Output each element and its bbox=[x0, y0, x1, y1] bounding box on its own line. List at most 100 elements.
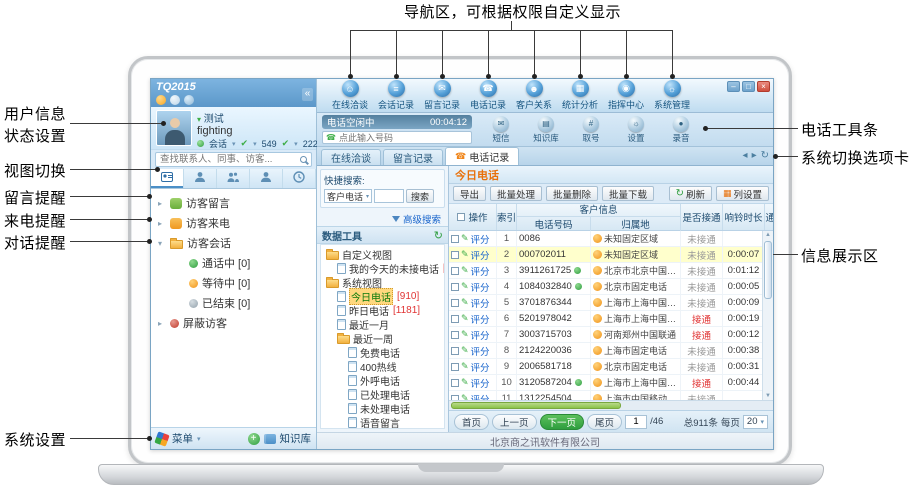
view-tree-item[interactable]: 最近一周 bbox=[321, 331, 444, 345]
search-field-select[interactable]: 客户电话▾ bbox=[324, 189, 372, 203]
view-tree-item[interactable]: 昨日电话 [1181] bbox=[321, 303, 444, 317]
row-checkbox[interactable] bbox=[451, 379, 459, 387]
view-tree-item[interactable]: 已处理电话 bbox=[321, 387, 444, 401]
maximize-button[interactable]: □ bbox=[742, 81, 755, 92]
tree-arrow-icon[interactable]: ▸ bbox=[158, 219, 166, 228]
table-row[interactable]: ✎评分 9 2006581718 北京市固定电话 未接通 0:00:31 0 bbox=[449, 359, 773, 375]
rate-link[interactable]: 评分 bbox=[471, 360, 490, 374]
view-tree-item[interactable]: 今日电话 [910] bbox=[321, 289, 444, 303]
export-button[interactable]: 导出 bbox=[453, 186, 486, 201]
row-checkbox[interactable] bbox=[451, 299, 459, 307]
table-row[interactable]: ✎评分 3 3911261725 北京市北京中国移动 未接通 0:01:12 0 bbox=[449, 263, 773, 279]
rate-link[interactable]: 评分 bbox=[471, 344, 490, 358]
chevron-down-icon[interactable]: ▾ bbox=[253, 140, 257, 148]
row-checkbox[interactable] bbox=[451, 267, 459, 275]
table-row[interactable]: ✎评分 1 0086 未知固定区域 未接通 0 bbox=[449, 231, 773, 247]
table-row[interactable]: ✎评分 7 3003715703 河南郑州中国联通 接通 0:00:12 0 bbox=[449, 327, 773, 343]
phone-tool-button[interactable]: ✉ 短信 bbox=[482, 116, 520, 144]
table-row[interactable]: ✎评分 5 3701876344 上海市上海中国联通 未接通 0:00:09 0 bbox=[449, 295, 773, 311]
close-button[interactable]: × bbox=[757, 81, 770, 92]
scroll-down-icon[interactable]: ▼ bbox=[765, 393, 771, 399]
mood-icon[interactable] bbox=[156, 95, 166, 105]
phone-tool-button[interactable]: ☼ 设置 bbox=[617, 116, 655, 144]
user-name-row[interactable]: ▾ 测试 bbox=[197, 110, 311, 125]
horizontal-scroll-thumb[interactable] bbox=[451, 402, 621, 409]
status-icon[interactable] bbox=[170, 95, 180, 105]
counter-1[interactable]: 549 bbox=[262, 139, 277, 149]
row-checkbox[interactable] bbox=[451, 251, 459, 259]
rate-link[interactable]: 评分 bbox=[471, 248, 490, 262]
scroll-up-icon[interactable]: ▲ bbox=[765, 232, 771, 238]
contact-search-input[interactable] bbox=[155, 152, 312, 167]
rate-link[interactable]: 评分 bbox=[471, 280, 490, 294]
tree-item[interactable]: 等待中 [0] bbox=[151, 273, 316, 293]
nav-item[interactable]: ✉ 留言记录 bbox=[419, 79, 465, 112]
search-icon[interactable] bbox=[300, 156, 307, 163]
row-checkbox[interactable] bbox=[451, 315, 459, 323]
tab-refresh-icon[interactable]: ↻ bbox=[761, 150, 769, 161]
horizontal-scrollbar[interactable] bbox=[449, 400, 773, 410]
batch-download-button[interactable]: 批量下载 bbox=[602, 186, 654, 201]
nav-item[interactable]: ◉ 指挥中心 bbox=[603, 79, 649, 112]
tree-item[interactable]: ▸ 访客来电 bbox=[151, 213, 316, 233]
view-tree-item[interactable]: 自定义视图 bbox=[321, 247, 444, 261]
tree-item[interactable]: 通话中 [0] bbox=[151, 253, 316, 273]
tree-arrow-icon[interactable]: ▾ bbox=[158, 239, 166, 248]
view-tree-item[interactable]: 未处理电话 bbox=[321, 401, 444, 415]
view-tree-item[interactable]: 免费电话 bbox=[321, 345, 444, 359]
tab-groups-view[interactable] bbox=[250, 169, 283, 188]
select-all-checkbox[interactable] bbox=[457, 213, 465, 221]
chevron-down-icon[interactable]: ▾ bbox=[294, 140, 298, 148]
row-checkbox[interactable] bbox=[451, 363, 459, 371]
tree-item[interactable]: ▸ 屏蔽访客 bbox=[151, 313, 316, 333]
system-tab[interactable]: 在线洽谈 bbox=[321, 149, 381, 165]
phone-tool-button[interactable]: ● 录音 bbox=[662, 116, 700, 144]
rate-link[interactable]: 评分 bbox=[471, 392, 490, 401]
vertical-scroll-thumb[interactable] bbox=[764, 241, 772, 299]
minimize-button[interactable]: – bbox=[727, 81, 740, 92]
view-tree-item[interactable]: 最近一月 bbox=[321, 317, 444, 331]
tab-visitors-view[interactable] bbox=[217, 169, 250, 188]
collapse-panel-button[interactable]: « bbox=[302, 88, 313, 101]
table-row[interactable]: ✎评分 4 1084032840 北京市固定电话 未接通 0:00:05 0 bbox=[449, 279, 773, 295]
row-checkbox[interactable] bbox=[451, 283, 459, 291]
nav-item[interactable]: ☎ 电话记录 bbox=[465, 79, 511, 112]
advanced-search-link[interactable]: 高级搜索 bbox=[403, 212, 441, 226]
avatar[interactable] bbox=[156, 110, 192, 146]
tab-back-icon[interactable]: ◂ bbox=[743, 150, 748, 161]
quick-search-input[interactable] bbox=[374, 189, 404, 203]
refresh-button[interactable]: ↻刷新 bbox=[669, 186, 712, 201]
knowledge-base-button[interactable]: 知识库 bbox=[280, 431, 312, 446]
user-signature[interactable]: fighting bbox=[197, 125, 311, 137]
prev-page-button[interactable]: 上一页 bbox=[492, 414, 537, 430]
view-tree-item[interactable]: 我的今天的未接电话 [775] bbox=[321, 261, 444, 275]
add-icon[interactable]: + bbox=[248, 433, 260, 445]
view-tree-item[interactable]: 语音留言 bbox=[321, 415, 444, 429]
help-icon[interactable] bbox=[184, 95, 194, 105]
rate-link[interactable]: 评分 bbox=[471, 264, 490, 278]
row-checkbox[interactable] bbox=[451, 235, 459, 243]
tree-arrow-icon[interactable]: ▸ bbox=[158, 199, 166, 208]
menu-button[interactable]: 菜单 bbox=[172, 431, 193, 446]
tree-item[interactable]: ▾ 访客会话 bbox=[151, 233, 316, 253]
nav-item[interactable]: ☻ 客户关系 bbox=[511, 79, 557, 112]
tab-colleagues-view[interactable] bbox=[184, 169, 217, 188]
row-checkbox[interactable] bbox=[451, 331, 459, 339]
batch-process-button[interactable]: 批量处理 bbox=[490, 186, 542, 201]
rate-link[interactable]: 评分 bbox=[471, 376, 490, 390]
vertical-scrollbar[interactable]: ▲ ▼ bbox=[762, 231, 773, 400]
tab-history-view[interactable] bbox=[283, 169, 316, 188]
rate-link[interactable]: 评分 bbox=[471, 312, 490, 326]
nav-item[interactable]: ☼ 系统管理 bbox=[649, 79, 695, 112]
system-tab[interactable]: 留言记录 bbox=[383, 149, 443, 165]
page-number-input[interactable] bbox=[625, 415, 647, 429]
nav-item[interactable]: ▦ 统计分析 bbox=[557, 79, 603, 112]
tree-refresh-icon[interactable]: ↻ bbox=[434, 229, 443, 242]
knowledge-base-icon[interactable] bbox=[264, 434, 276, 444]
view-tree-item[interactable]: 外呼电话 bbox=[321, 373, 444, 387]
chevron-down-icon[interactable]: ▾ bbox=[197, 435, 201, 443]
system-tab[interactable]: ☎ 电话记录 bbox=[445, 147, 519, 165]
per-page-select[interactable]: 20▾ bbox=[743, 415, 768, 429]
table-row[interactable]: ✎评分 8 2124220036 上海市固定电话 未接通 0:00:38 0 bbox=[449, 343, 773, 359]
next-page-button[interactable]: 下一页 bbox=[540, 414, 585, 430]
